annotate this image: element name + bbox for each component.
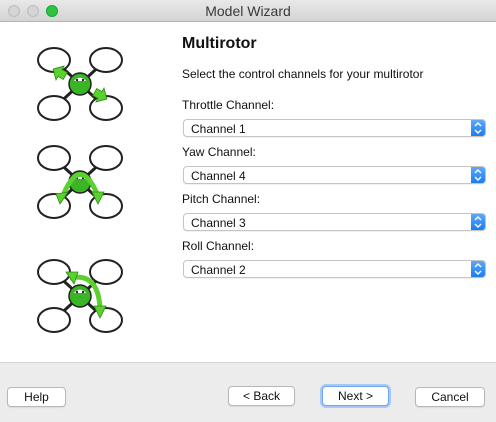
- back-button[interactable]: < Back: [228, 386, 295, 406]
- window-title: Model Wizard: [205, 3, 291, 19]
- roll-channel-select[interactable]: Channel 2: [183, 260, 486, 278]
- chevron-updown-icon: [471, 214, 485, 230]
- quad-pitch-roll-icon: [36, 258, 124, 334]
- roll-channel-label: Roll Channel:: [182, 239, 255, 253]
- roll-channel-value: Channel 2: [191, 263, 246, 277]
- pitch-channel-label: Pitch Channel:: [182, 192, 261, 206]
- yaw-channel-select[interactable]: Channel 4: [183, 166, 486, 184]
- cancel-button[interactable]: Cancel: [415, 387, 485, 407]
- title-bar: Model Wizard: [0, 0, 496, 22]
- throttle-channel-value: Channel 1: [191, 122, 246, 136]
- throttle-channel-label: Throttle Channel:: [182, 98, 275, 112]
- pitch-channel-value: Channel 3: [191, 216, 246, 230]
- multirotor-illustrations: [36, 46, 124, 334]
- quad-yaw-icon: [36, 144, 124, 220]
- button-bar: Help < Back Next > Cancel: [0, 362, 496, 422]
- next-button[interactable]: Next >: [322, 386, 389, 406]
- chevron-updown-icon: [471, 167, 485, 183]
- page-subtitle: Select the control channels for your mul…: [182, 67, 424, 81]
- page-title: Multirotor: [182, 35, 257, 52]
- wizard-page: Multirotor Select the control channels f…: [0, 22, 496, 362]
- chevron-updown-icon: [471, 120, 485, 136]
- chevron-updown-icon: [471, 261, 485, 277]
- help-button[interactable]: Help: [7, 387, 66, 407]
- pitch-channel-select[interactable]: Channel 3: [183, 213, 486, 231]
- yaw-channel-value: Channel 4: [191, 169, 246, 183]
- yaw-channel-label: Yaw Channel:: [182, 145, 256, 159]
- quad-throttle-icon: [36, 46, 124, 122]
- throttle-channel-select[interactable]: Channel 1: [183, 119, 486, 137]
